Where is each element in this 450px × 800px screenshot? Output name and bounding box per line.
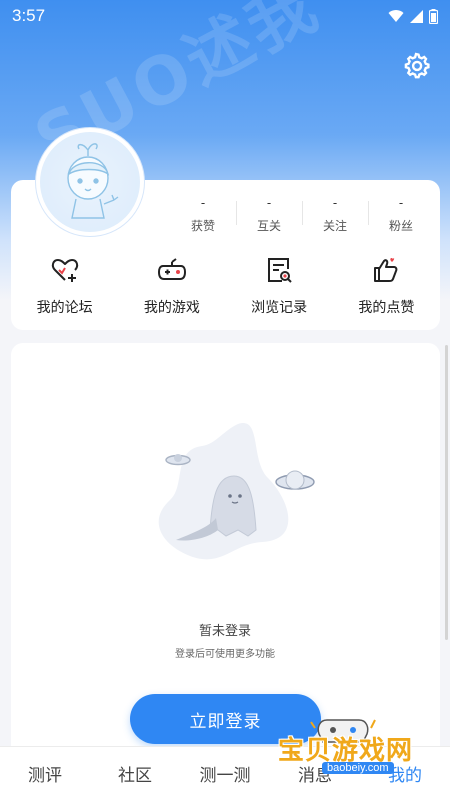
browse-history-button[interactable]: 浏览记录 (226, 255, 333, 320)
my-likes-button[interactable]: 我的点赞 (333, 255, 440, 320)
signal-icon (410, 9, 423, 23)
stat-following[interactable]: - 关注 (302, 195, 368, 235)
scrollbar[interactable] (445, 345, 448, 640)
wifi-icon (388, 9, 404, 22)
quick-label: 我的点赞 (358, 300, 415, 316)
empty-state-subtitle: 登录后可使用更多功能 (175, 649, 275, 660)
quick-label: 我的游戏 (143, 300, 200, 316)
stat-label: 关注 (322, 219, 347, 233)
battery-icon (429, 8, 438, 24)
status-bar: 3:57 (0, 0, 450, 32)
brand-url: baobeiy.com (322, 762, 394, 774)
tab-community[interactable]: 社区 (90, 747, 180, 800)
my-forum-button[interactable]: 我的论坛 (11, 255, 118, 320)
stat-value: - (398, 196, 404, 210)
quick-actions: 我的论坛 我的游戏 浏览记录 我的点赞 (11, 255, 440, 320)
tab-reviews[interactable]: 测评 (0, 747, 90, 800)
thumbs-up-icon (371, 255, 401, 285)
avatar[interactable] (36, 128, 144, 236)
gear-icon (404, 52, 430, 79)
stat-value: - (200, 196, 206, 210)
status-icons (388, 8, 438, 24)
gamepad-icon (157, 255, 187, 285)
quick-label: 我的论坛 (36, 300, 93, 316)
stat-mutual-follows[interactable]: - 互关 (236, 195, 302, 235)
stat-label: 互关 (256, 219, 281, 233)
stat-likes-received[interactable]: - 获赞 (170, 195, 236, 235)
my-games-button[interactable]: 我的游戏 (118, 255, 225, 320)
stat-value: - (266, 196, 272, 210)
stat-followers[interactable]: - 粉丝 (368, 195, 434, 235)
mascot-avatar-icon (67, 143, 119, 219)
history-doc-icon (264, 255, 294, 285)
stats-row: - 获赞 - 互关 - 关注 - 粉丝 (170, 195, 434, 235)
quick-label: 浏览记录 (251, 300, 308, 316)
tab-quiz[interactable]: 测一测 (180, 747, 270, 800)
heart-plus-icon (50, 255, 80, 285)
stat-label: 粉丝 (388, 219, 413, 233)
avatar-image (40, 132, 140, 232)
stat-value: - (332, 196, 338, 210)
status-time: 3:57 (12, 6, 46, 25)
empty-state-title: 暂未登录 (198, 624, 251, 639)
settings-button[interactable] (398, 47, 434, 83)
ghost-illustration-icon (158, 423, 315, 560)
stat-label: 获赞 (190, 219, 215, 233)
